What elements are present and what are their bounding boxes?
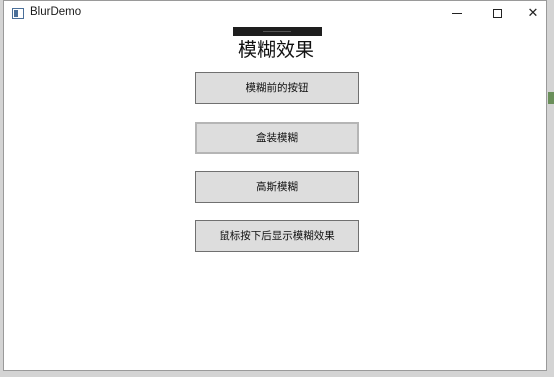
gaussian-blur-button[interactable]: 高斯模糊 [195, 171, 359, 203]
box-blur-button[interactable]: 盒装模糊 [195, 122, 359, 154]
window-content: 模糊效果 模糊前的按钮 盒装模糊 高斯模糊 鼠标按下后显示模糊效果 [4, 27, 546, 370]
minimize-icon [452, 13, 462, 14]
maximize-icon [493, 9, 502, 18]
blur-on-press-button[interactable]: 鼠标按下后显示模糊效果 [195, 220, 359, 252]
minimize-button[interactable] [438, 1, 478, 27]
close-button[interactable]: ✕ [518, 1, 548, 27]
unblurred-button[interactable]: 模糊前的按钮 [195, 72, 359, 104]
maximize-button[interactable] [478, 1, 518, 27]
close-icon: ✕ [527, 6, 539, 21]
window-title: BlurDemo [30, 6, 82, 18]
background-window-edge [548, 92, 554, 104]
page-heading: 模糊效果 [237, 39, 314, 61]
title-bar[interactable]: BlurDemo ✕ [4, 1, 546, 27]
app-window: BlurDemo ✕ 模糊效果 模糊前的按钮 盒装模糊 高斯模糊 鼠标按下后显示… [3, 0, 547, 371]
desktop-background: BlurDemo ✕ 模糊效果 模糊前的按钮 盒装模糊 高斯模糊 鼠标按下后显示… [0, 0, 554, 377]
app-window-icon [12, 8, 24, 19]
